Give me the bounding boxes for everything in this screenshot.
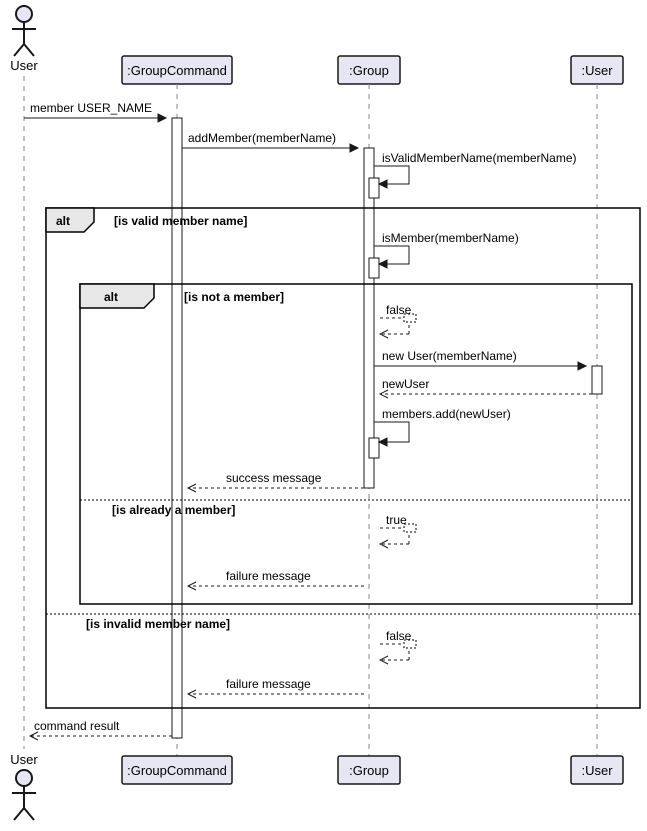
- msg-isvalid: isValidMemberName(memberName): [374, 151, 577, 188]
- participant-groupcommand-top: :GroupCommand: [122, 56, 232, 84]
- participant-user-bottom: :User: [571, 756, 623, 784]
- svg-text:[is valid member name]: [is valid member name]: [114, 214, 247, 228]
- svg-text:members.add(newUser): members.add(newUser): [382, 407, 511, 421]
- msg-command-result: command result: [30, 719, 172, 740]
- svg-text::GroupCommand: :GroupCommand: [127, 63, 227, 78]
- activation-group-1: [364, 148, 374, 488]
- activation-groupcommand: [172, 118, 182, 738]
- msg-isvalid-false: false: [380, 629, 416, 664]
- actor-label: User: [10, 58, 38, 73]
- activation-group-self3: [369, 438, 379, 458]
- msg-success: success message: [188, 471, 364, 492]
- msg-ismember-true: true: [380, 513, 416, 548]
- activation-group-self2: [369, 258, 379, 278]
- svg-text:[is not a member]: [is not a member]: [184, 290, 284, 304]
- svg-text:command result: command result: [34, 719, 120, 733]
- svg-text:alt: alt: [56, 214, 70, 228]
- svg-text::Group: :Group: [349, 63, 389, 78]
- svg-text:failure message: failure message: [226, 569, 311, 583]
- svg-text:member USER_NAME: member USER_NAME: [30, 101, 152, 115]
- svg-text:isMember(memberName): isMember(memberName): [382, 231, 519, 245]
- msg-failure-1: failure message: [188, 569, 364, 590]
- activation-user: [592, 366, 602, 394]
- svg-text:success message: success message: [226, 471, 322, 485]
- msg-membersadd: members.add(newUser): [374, 407, 511, 446]
- svg-text:isValidMemberName(memberName): isValidMemberName(memberName): [382, 151, 577, 165]
- guard-invalid-name: [is invalid member name]: [86, 617, 230, 631]
- actor-user-bottom: User: [10, 752, 38, 820]
- svg-text:failure message: failure message: [226, 677, 311, 691]
- participant-user-top: :User: [571, 56, 623, 84]
- svg-text:alt: alt: [104, 290, 118, 304]
- msg-newuser: new User(memberName): [374, 349, 586, 370]
- participant-group-top: :Group: [338, 56, 400, 84]
- msg-addmember: addMember(memberName): [182, 131, 358, 152]
- msg-ismember-false: false: [380, 303, 416, 338]
- svg-text::Group: :Group: [349, 763, 389, 778]
- frame-alt-valid: alt [is valid member name]: [46, 208, 640, 708]
- svg-text:false: false: [386, 303, 412, 317]
- msg-newuser-return: newUser: [380, 377, 592, 398]
- msg-ismember: isMember(memberName): [374, 231, 519, 268]
- sequence-diagram: User :GroupCommand :Group :User member U…: [4, 4, 644, 824]
- participant-groupcommand-bottom: :GroupCommand: [122, 756, 232, 784]
- svg-text:newUser: newUser: [382, 377, 429, 391]
- participant-group-bottom: :Group: [338, 756, 400, 784]
- svg-text::User: :User: [581, 63, 613, 78]
- svg-text:false: false: [386, 629, 412, 643]
- activation-group-self1: [369, 178, 379, 198]
- svg-text::User: :User: [581, 763, 613, 778]
- svg-text::GroupCommand: :GroupCommand: [127, 763, 227, 778]
- svg-text:addMember(memberName): addMember(memberName): [188, 131, 336, 145]
- svg-text:new User(memberName): new User(memberName): [382, 349, 517, 363]
- svg-text:true: true: [386, 513, 407, 527]
- actor-user-top: User: [10, 6, 38, 73]
- frame-alt-member: alt [is not a member]: [80, 284, 632, 604]
- guard-already-member: [is already a member]: [112, 503, 235, 517]
- svg-text:User: User: [10, 752, 38, 767]
- msg-member: member USER_NAME: [24, 101, 166, 122]
- msg-failure-2: failure message: [188, 677, 364, 698]
